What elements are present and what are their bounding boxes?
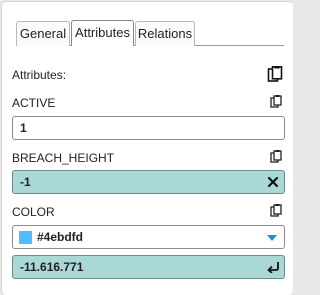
dropdown-button[interactable] [264, 230, 280, 246]
clear-icon [267, 176, 279, 188]
breach-height-label: BREACH_HEIGHT [12, 151, 115, 165]
copy-icon[interactable] [270, 150, 282, 163]
color-numeric-value: -11.616.771 [20, 260, 84, 274]
reset-button[interactable] [265, 259, 281, 275]
color-numeric-field[interactable]: -11.616.771 [12, 255, 285, 279]
tab-attributes[interactable]: Attributes [71, 20, 134, 46]
active-field[interactable]: 1 [12, 116, 285, 140]
active-label: ACTIVE [12, 96, 56, 110]
breach-height-value: -1 [20, 175, 31, 189]
clear-button[interactable] [265, 174, 281, 190]
color-value: #4ebdfd [37, 230, 84, 244]
tab-relations[interactable]: Relations [135, 21, 195, 46]
copy-icon[interactable] [270, 95, 282, 108]
tab-general[interactable]: General [16, 21, 70, 46]
dropdown-arrow-icon [267, 234, 277, 241]
copy-all-icon[interactable] [267, 66, 283, 83]
color-select[interactable]: #4ebdfd [12, 225, 285, 249]
tab-bar: General Attributes Relations [16, 20, 284, 46]
attributes-panel: General Attributes Relations Attributes:… [1, 1, 293, 295]
color-swatch [19, 231, 32, 244]
active-value: 1 [20, 121, 27, 135]
color-label: COLOR [12, 205, 55, 219]
copy-icon[interactable] [270, 204, 282, 217]
reset-icon [266, 262, 279, 273]
attributes-heading: Attributes: [12, 68, 67, 82]
breach-height-field[interactable]: -1 [12, 170, 285, 194]
